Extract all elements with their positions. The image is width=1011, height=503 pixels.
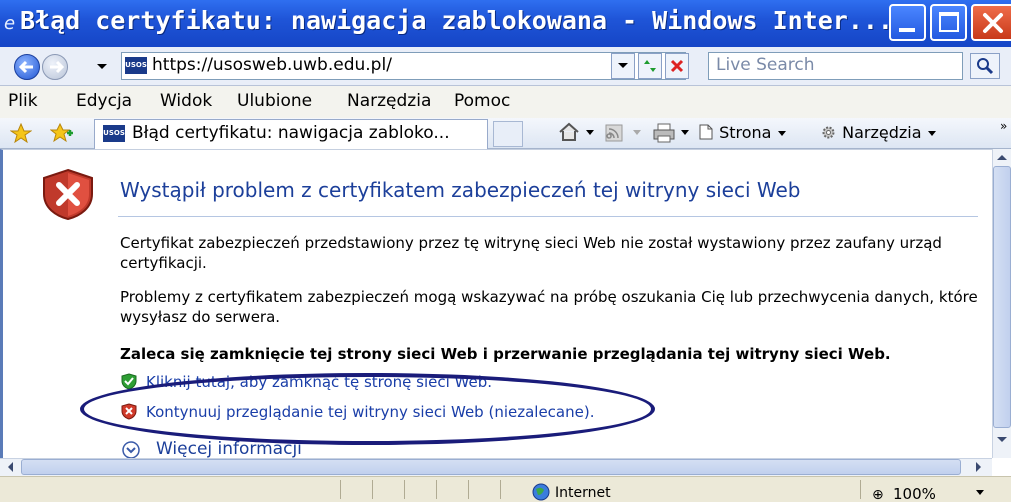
forward-arrow-icon bbox=[50, 60, 64, 74]
search-placeholder: Live Search bbox=[716, 55, 815, 75]
expand-chevron-down-icon[interactable] bbox=[122, 441, 140, 459]
globe-icon bbox=[532, 483, 550, 501]
title-divider bbox=[118, 216, 978, 217]
refresh-icon bbox=[644, 60, 656, 72]
page-menu-label: Strona bbox=[719, 123, 772, 142]
home-chevron-down-icon[interactable] bbox=[585, 129, 595, 137]
svg-text:e: e bbox=[4, 13, 15, 33]
chevron-down-icon bbox=[618, 63, 628, 68]
address-url: https://usosweb.uwb.edu.pl/ bbox=[152, 55, 392, 75]
status-divider bbox=[468, 480, 469, 499]
menu-tools[interactable]: Narzędzia bbox=[347, 91, 431, 111]
tools-menu-label: Narzędzia bbox=[842, 123, 922, 142]
page-menu-button[interactable]: Strona bbox=[698, 123, 787, 142]
page-title: Wystąpił problem z certyfikatem zabezpie… bbox=[120, 178, 801, 202]
history-dropdown-chevron-down-icon[interactable] bbox=[96, 62, 108, 72]
minimize-button[interactable] bbox=[889, 4, 926, 41]
stop-icon bbox=[670, 59, 684, 73]
scroll-up-button[interactable] bbox=[993, 150, 1011, 166]
window-title: Błąd certyfikatu: nawigacja zablokowana … bbox=[20, 6, 893, 35]
ie-logo-icon: e bbox=[4, 13, 15, 33]
scroll-left-button[interactable] bbox=[3, 459, 19, 475]
search-icon bbox=[977, 58, 994, 75]
page-chevron-down-icon bbox=[777, 131, 786, 136]
tools-menu-button[interactable]: Narzędzia bbox=[820, 123, 937, 142]
scroll-right-button[interactable] bbox=[970, 459, 986, 475]
tab-favicon-icon: USOS bbox=[103, 125, 125, 142]
menu-view[interactable]: Widok bbox=[160, 91, 212, 111]
new-tab-button[interactable] bbox=[493, 121, 523, 147]
tools-chevron-down-icon bbox=[927, 131, 936, 136]
chevron-down-icon bbox=[997, 437, 1007, 442]
vertical-scroll-thumb[interactable] bbox=[993, 166, 1011, 428]
chevron-up-icon bbox=[997, 155, 1007, 160]
status-divider bbox=[860, 480, 861, 499]
print-chevron-down-icon[interactable] bbox=[680, 129, 690, 137]
menu-favorites[interactable]: Ulubione bbox=[237, 91, 312, 111]
maximize-button[interactable] bbox=[930, 4, 967, 41]
zoom-chevron-down-icon[interactable] bbox=[975, 489, 985, 497]
tab-title: Błąd certyfikatu: nawigacja zabloko... bbox=[132, 123, 450, 143]
shield-error-icon bbox=[43, 168, 93, 220]
toolbar-overflow-chevron-icon[interactable]: » bbox=[1000, 119, 1007, 133]
add-favorites-icon[interactable] bbox=[50, 123, 74, 143]
menu-help[interactable]: Pomoc bbox=[454, 91, 510, 111]
status-divider bbox=[436, 480, 437, 499]
favorites-star-icon[interactable] bbox=[10, 123, 32, 143]
forward-button[interactable] bbox=[42, 54, 68, 80]
status-divider bbox=[500, 480, 501, 499]
chevron-right-icon bbox=[976, 462, 981, 472]
chevron-left-icon bbox=[8, 462, 13, 472]
page-icon bbox=[699, 124, 713, 140]
site-favicon-icon: USOS bbox=[125, 57, 147, 74]
recommendation-text: Zaleca się zamknięcie tej strony sieci W… bbox=[120, 345, 891, 363]
menu-edit[interactable]: Edycja bbox=[76, 91, 132, 111]
address-dropdown-button[interactable] bbox=[611, 53, 635, 79]
close-button[interactable] bbox=[971, 4, 1011, 41]
search-button[interactable] bbox=[970, 53, 1000, 79]
zoom-level[interactable]: 100% bbox=[893, 485, 936, 503]
stop-button[interactable] bbox=[665, 53, 689, 79]
feeds-icon[interactable] bbox=[605, 124, 623, 142]
feeds-chevron-down-icon[interactable] bbox=[632, 129, 642, 137]
print-icon[interactable] bbox=[653, 123, 675, 143]
status-divider bbox=[372, 480, 373, 499]
home-icon[interactable] bbox=[558, 122, 580, 142]
security-zone: Internet bbox=[555, 485, 611, 501]
description-paragraph-1: Certyfikat zabezpieczeń przedstawiony pr… bbox=[120, 234, 942, 272]
refresh-button[interactable] bbox=[638, 53, 662, 79]
scroll-down-button[interactable] bbox=[993, 431, 1011, 447]
annotation-ellipse bbox=[80, 373, 655, 445]
back-arrow-icon bbox=[19, 60, 33, 74]
horizontal-scroll-thumb[interactable] bbox=[21, 459, 961, 475]
close-icon bbox=[983, 13, 1003, 33]
menu-file[interactable]: Plik bbox=[8, 91, 38, 111]
gear-icon bbox=[822, 126, 835, 139]
description-paragraph-2: Problemy z certyfikatem zabezpieczeń mog… bbox=[120, 288, 978, 326]
status-divider bbox=[340, 480, 341, 499]
back-button[interactable] bbox=[14, 54, 40, 80]
status-divider bbox=[404, 480, 405, 499]
